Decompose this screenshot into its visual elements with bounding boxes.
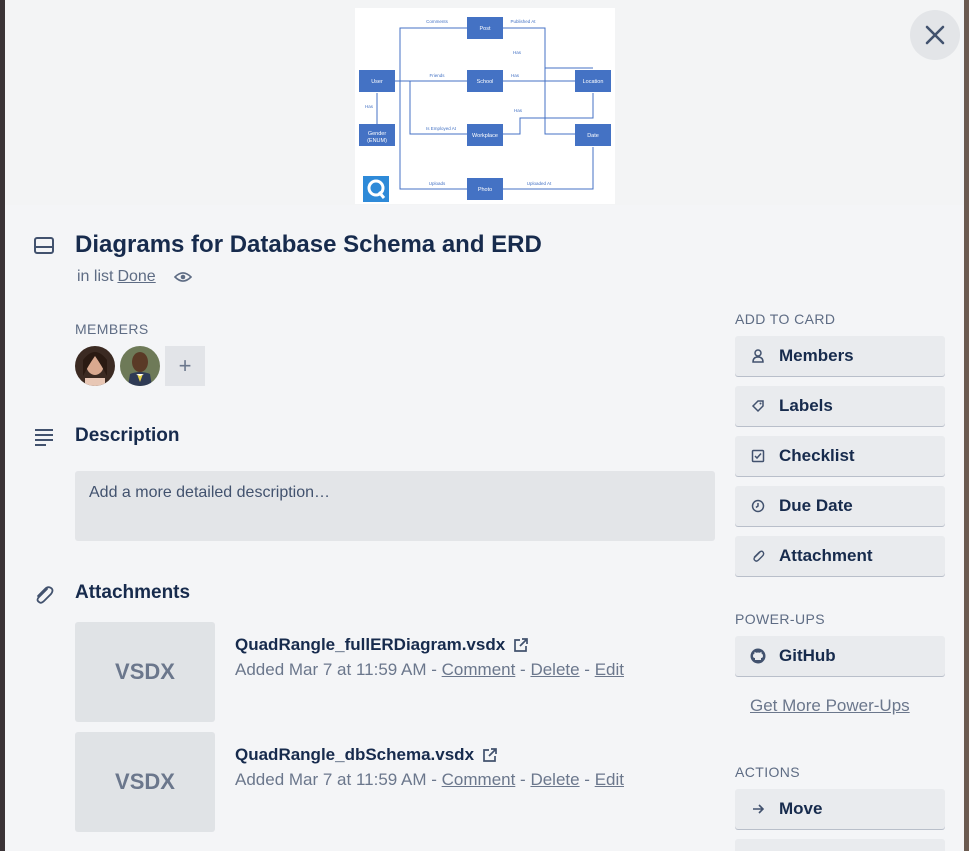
next-action-button[interactable]	[735, 839, 945, 851]
diagram-box-location: Location	[583, 79, 604, 85]
quadrangle-logo-icon	[363, 176, 389, 202]
separator: -	[515, 660, 531, 679]
due-date-button[interactable]: Due Date	[735, 486, 945, 526]
diagram-edge-label: Has	[513, 50, 522, 55]
tag-icon	[749, 399, 767, 413]
attachment-added: Added Mar 7 at 11:59 AM	[235, 770, 427, 789]
members-button-label: Members	[779, 346, 854, 365]
diagram-edge-label: Published At	[510, 19, 536, 24]
card-detail-modal: Post User School Location Gender (ENUM) W…	[5, 0, 964, 851]
diagram-box-user: User	[371, 79, 383, 85]
comment-link[interactable]: Comment	[442, 660, 516, 679]
external-link-icon[interactable]	[513, 637, 529, 653]
attachment-meta: Added Mar 7 at 11:59 AM - Comment - Dele…	[235, 770, 624, 790]
power-ups-label: POWER-UPS	[735, 611, 825, 627]
avatar[interactable]	[120, 346, 160, 386]
delete-link[interactable]: Delete	[530, 770, 579, 789]
attachment-filename[interactable]: QuadRangle_fullERDiagram.vsdx	[235, 635, 505, 655]
members-label: MEMBERS	[75, 321, 149, 337]
attachment-meta: Added Mar 7 at 11:59 AM - Comment - Dele…	[235, 660, 624, 680]
attachment-filename[interactable]: QuadRangle_dbSchema.vsdx	[235, 745, 474, 765]
attachment-thumbnail[interactable]: VSDX	[75, 732, 215, 832]
attachments-title: Attachments	[75, 582, 191, 603]
list-link[interactable]: Done	[117, 268, 155, 286]
clock-icon	[749, 499, 767, 513]
in-list-prefix: in list	[77, 268, 114, 285]
attachment-added: Added Mar 7 at 11:59 AM	[235, 660, 427, 679]
comment-link[interactable]: Comment	[442, 770, 516, 789]
paperclip-icon	[33, 584, 55, 611]
edit-link[interactable]: Edit	[595, 770, 624, 789]
separator: -	[515, 770, 531, 789]
diagram-box-photo: Photo	[478, 187, 492, 193]
attachment-thumbnail[interactable]: VSDX	[75, 622, 215, 722]
delete-link[interactable]: Delete	[530, 660, 579, 679]
diagram-edge-label: Uploads	[429, 181, 446, 186]
actions-label: ACTIONS	[735, 764, 801, 780]
diagram-box-gender: Gender (ENUM)	[367, 131, 387, 144]
attachment-name[interactable]: QuadRangle_fullERDiagram.vsdx	[235, 635, 529, 655]
diagram-edge-label: Has	[511, 73, 520, 78]
diagram-box-date: Date	[587, 133, 599, 139]
card-cover: Post User School Location Gender (ENUM) W…	[5, 0, 964, 205]
diagram-box-workplace: Workplace	[472, 133, 498, 139]
description-title: Description	[75, 425, 180, 446]
separator: -	[579, 660, 595, 679]
diagram-edge-label: Is Employed At	[426, 126, 457, 131]
separator: -	[426, 660, 442, 679]
diagram-edge-label: Has	[514, 108, 523, 113]
separator: -	[579, 770, 595, 789]
diagram-edge-label: Uploaded At	[527, 181, 552, 186]
due-date-button-label: Due Date	[779, 496, 853, 515]
checklist-button-label: Checklist	[779, 446, 855, 465]
github-button[interactable]: GitHub	[735, 636, 945, 676]
attachment-name[interactable]: QuadRangle_dbSchema.vsdx	[235, 745, 498, 765]
close-icon	[925, 25, 945, 45]
attachment-button-label: Attachment	[779, 546, 873, 565]
labels-button-label: Labels	[779, 396, 833, 415]
cover-diagram-image[interactable]: Post User School Location Gender (ENUM) W…	[355, 8, 615, 204]
in-list-info: in list Done	[77, 268, 192, 286]
labels-button[interactable]: Labels	[735, 386, 945, 426]
person-icon	[749, 349, 767, 363]
eye-icon[interactable]	[173, 271, 192, 283]
card-icon	[33, 236, 55, 261]
get-more-power-ups-link[interactable]: Get More Power-Ups	[750, 696, 910, 716]
separator: -	[426, 770, 442, 789]
card-title[interactable]: Diagrams for Database Schema and ERD	[75, 231, 542, 259]
diagram-edge-label: Has	[365, 104, 374, 109]
checkbox-icon	[749, 449, 767, 463]
attachment-button[interactable]: Attachment	[735, 536, 945, 576]
add-member-button[interactable]: +	[165, 346, 205, 386]
github-icon	[749, 648, 767, 664]
move-button-label: Move	[779, 799, 823, 818]
add-to-card-label: ADD TO CARD	[735, 311, 836, 327]
close-button[interactable]	[910, 10, 960, 60]
diagram-box-school: School	[477, 79, 494, 85]
diagram-box-post: Post	[479, 26, 490, 32]
checklist-button[interactable]: Checklist	[735, 436, 945, 476]
members-button[interactable]: Members	[735, 336, 945, 376]
avatar[interactable]	[75, 346, 115, 386]
description-icon	[33, 427, 55, 452]
arrow-right-icon	[749, 802, 767, 816]
diagram-edge-label: Friends	[429, 73, 445, 78]
diagram-edge-label: Comments	[426, 19, 449, 24]
paperclip-icon	[749, 549, 767, 563]
github-button-label: GitHub	[779, 646, 836, 665]
edit-link[interactable]: Edit	[595, 660, 624, 679]
external-link-icon[interactable]	[482, 747, 498, 763]
description-input[interactable]: Add a more detailed description…	[75, 471, 715, 541]
move-button[interactable]: Move	[735, 789, 945, 829]
